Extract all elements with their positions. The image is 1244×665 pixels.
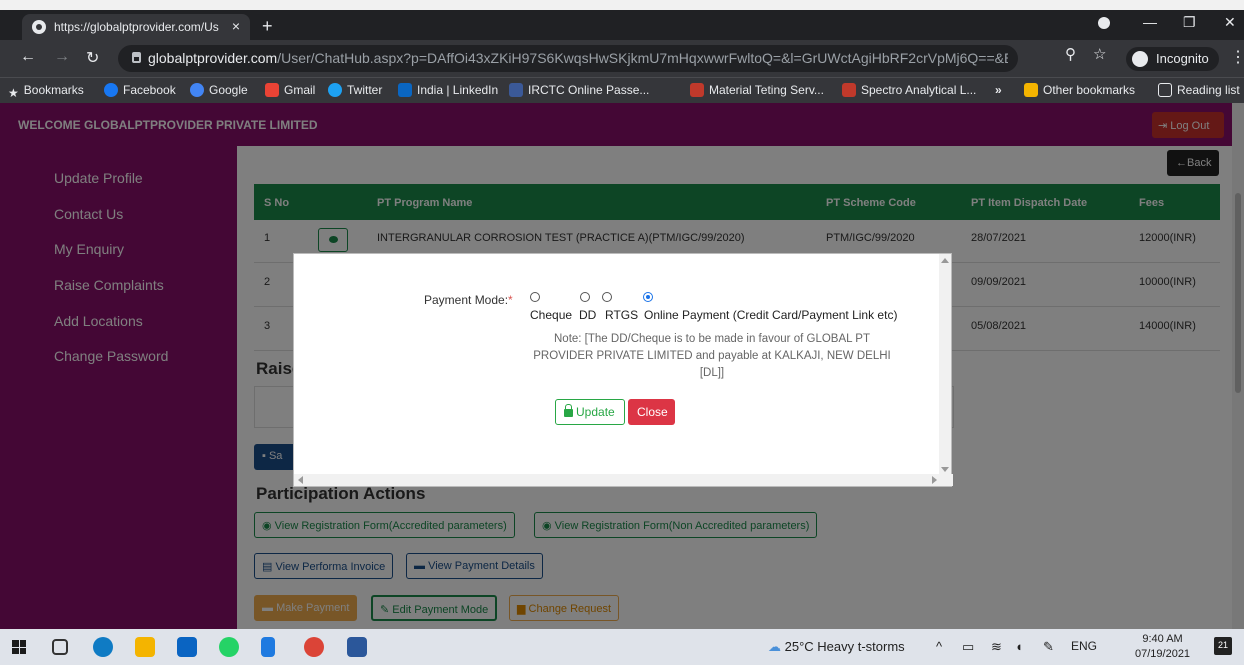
weather-icon: ☁ <box>768 639 785 654</box>
reading-list[interactable]: Reading list <box>1158 83 1240 97</box>
star-icon: ★ <box>8 86 19 100</box>
top-strip <box>0 0 1244 10</box>
bookmarks-bar: ★ Bookmarks Facebook Google Gmail Twitter… <box>0 77 1244 103</box>
radio-online-payment[interactable] <box>643 292 653 302</box>
outlook-icon[interactable] <box>177 637 197 657</box>
bookmark-material-testing[interactable]: Material Teting Serv... <box>690 83 824 97</box>
linkedin-icon <box>398 83 412 97</box>
minimize-icon[interactable]: — <box>1143 14 1157 30</box>
option-online-payment-label[interactable]: Online Payment (Credit Card/Payment Link… <box>644 308 897 322</box>
modal-horizontal-scrollbar[interactable] <box>294 474 953 486</box>
lock-icon <box>564 404 573 417</box>
pen-icon[interactable]: ✎ <box>1043 639 1054 655</box>
radio-dd[interactable] <box>580 292 590 302</box>
reload-icon[interactable]: ↻ <box>86 48 99 68</box>
app-icon[interactable] <box>261 637 275 657</box>
globe-icon <box>32 20 46 34</box>
restore-icon[interactable]: ❐ <box>1183 14 1196 31</box>
site-icon <box>842 83 856 97</box>
display-icon[interactable]: ▭ <box>962 639 974 655</box>
windows-taskbar: ☁ 25°C Heavy t-storms ^ ▭ ≋ ◖ ✎ ENG 9:40… <box>0 629 1244 665</box>
task-view-icon[interactable] <box>52 639 68 655</box>
incognito-label: Incognito <box>1156 51 1209 66</box>
wifi-icon[interactable]: ≋ <box>991 639 1002 655</box>
bookmark-linkedin[interactable]: India | LinkedIn <box>398 83 498 97</box>
lock-icon <box>132 52 141 63</box>
address-bar[interactable]: globalptprovider.com/User/ChatHub.aspx?p… <box>118 45 1018 72</box>
windows-start-icon[interactable] <box>12 640 26 654</box>
bookmark-star-icon[interactable]: ☆ <box>1093 45 1106 63</box>
word-icon[interactable] <box>347 637 367 657</box>
option-cheque-label[interactable]: Cheque <box>530 308 572 322</box>
radio-rtgs[interactable] <box>602 292 612 302</box>
chevron-up-icon[interactable]: ^ <box>936 639 942 654</box>
forward-arrow-icon[interactable]: → <box>54 48 70 66</box>
facebook-icon <box>104 83 118 97</box>
weather-widget[interactable]: ☁ 25°C Heavy t-storms <box>768 639 905 655</box>
url-text: globalptprovider.com/User/ChatHub.aspx?p… <box>148 50 1008 66</box>
folder-icon <box>1024 83 1038 97</box>
scroll-down-icon[interactable] <box>941 467 949 472</box>
edge-icon[interactable] <box>93 637 113 657</box>
note-line: PROVIDER PRIVATE LIMITED and payable at … <box>533 350 891 362</box>
scroll-right-icon[interactable] <box>932 476 937 484</box>
window-close-icon[interactable]: ✕ <box>1224 14 1236 31</box>
bookmark-gmail[interactable]: Gmail <box>265 83 315 97</box>
zoom-icon[interactable]: ⚲ <box>1065 45 1076 63</box>
profile-dropdown-icon[interactable] <box>1098 17 1110 29</box>
new-tab-button[interactable]: + <box>262 16 273 37</box>
bookmark-irctc[interactable]: IRCTC Online Passe... <box>509 83 649 97</box>
bookmark-other[interactable]: Other bookmarks <box>1024 83 1135 97</box>
bookmark-bookmarks[interactable]: ★ Bookmarks <box>8 83 84 100</box>
whatsapp-icon[interactable] <box>219 637 239 657</box>
file-explorer-icon[interactable] <box>135 637 155 657</box>
bookmark-spectro[interactable]: Spectro Analytical L... <box>842 83 976 97</box>
chrome-icon[interactable] <box>304 637 324 657</box>
google-icon <box>190 83 204 97</box>
browser-tab[interactable]: https://globalptprovider.com/Us × <box>22 14 250 40</box>
required-marker: * <box>508 293 513 307</box>
radio-cheque[interactable] <box>530 292 540 302</box>
scroll-up-icon[interactable] <box>941 258 949 263</box>
note-line: Note: [The DD/Cheque is to be made in fa… <box>554 333 870 345</box>
volume-icon[interactable]: ◖ <box>1015 639 1023 654</box>
incognito-badge[interactable]: Incognito <box>1126 47 1219 71</box>
back-arrow-icon[interactable]: ← <box>20 48 36 66</box>
language-indicator[interactable]: ENG <box>1071 639 1097 653</box>
clock-time: 9:40 AM <box>1142 633 1183 645</box>
browser-menu-icon[interactable]: ⋮ <box>1230 47 1244 67</box>
site-icon <box>690 83 704 97</box>
payment-mode-label: Payment Mode:* <box>424 293 513 307</box>
option-rtgs-label[interactable]: RTGS <box>605 308 638 322</box>
browser-tab-bar: https://globalptprovider.com/Us × + — ❐ … <box>0 10 1244 40</box>
payment-note: Note: [The DD/Cheque is to be made in fa… <box>527 331 897 382</box>
clock-date: 07/19/2021 <box>1135 648 1191 660</box>
system-clock[interactable]: 9:40 AM 07/19/2021 <box>1135 632 1190 662</box>
irctc-icon <box>509 83 523 97</box>
browser-toolbar: ← → ↻ globalptprovider.com/User/ChatHub.… <box>0 40 1244 77</box>
update-button[interactable]: Update <box>555 399 625 425</box>
bookmark-twitter[interactable]: Twitter <box>328 83 382 97</box>
option-dd-label[interactable]: DD <box>579 308 596 322</box>
payment-mode-modal: Payment Mode:* Cheque DD RTGS Online Pay… <box>293 253 953 487</box>
reading-list-icon <box>1158 83 1172 97</box>
bookmarks-overflow[interactable]: » <box>995 83 1002 97</box>
notification-center-icon[interactable]: 21 <box>1214 637 1232 655</box>
bookmark-google[interactable]: Google <box>190 83 248 97</box>
twitter-icon <box>328 83 342 97</box>
gmail-icon <box>265 83 279 97</box>
incognito-icon <box>1132 51 1148 67</box>
tab-close-icon[interactable]: × <box>232 18 240 34</box>
modal-vertical-scrollbar[interactable] <box>939 254 951 476</box>
note-line: [DL]] <box>699 367 725 379</box>
tab-title: https://globalptprovider.com/Us <box>54 20 219 34</box>
close-button[interactable]: Close <box>628 399 675 425</box>
bookmark-facebook[interactable]: Facebook <box>104 83 176 97</box>
scroll-left-icon[interactable] <box>298 476 303 484</box>
